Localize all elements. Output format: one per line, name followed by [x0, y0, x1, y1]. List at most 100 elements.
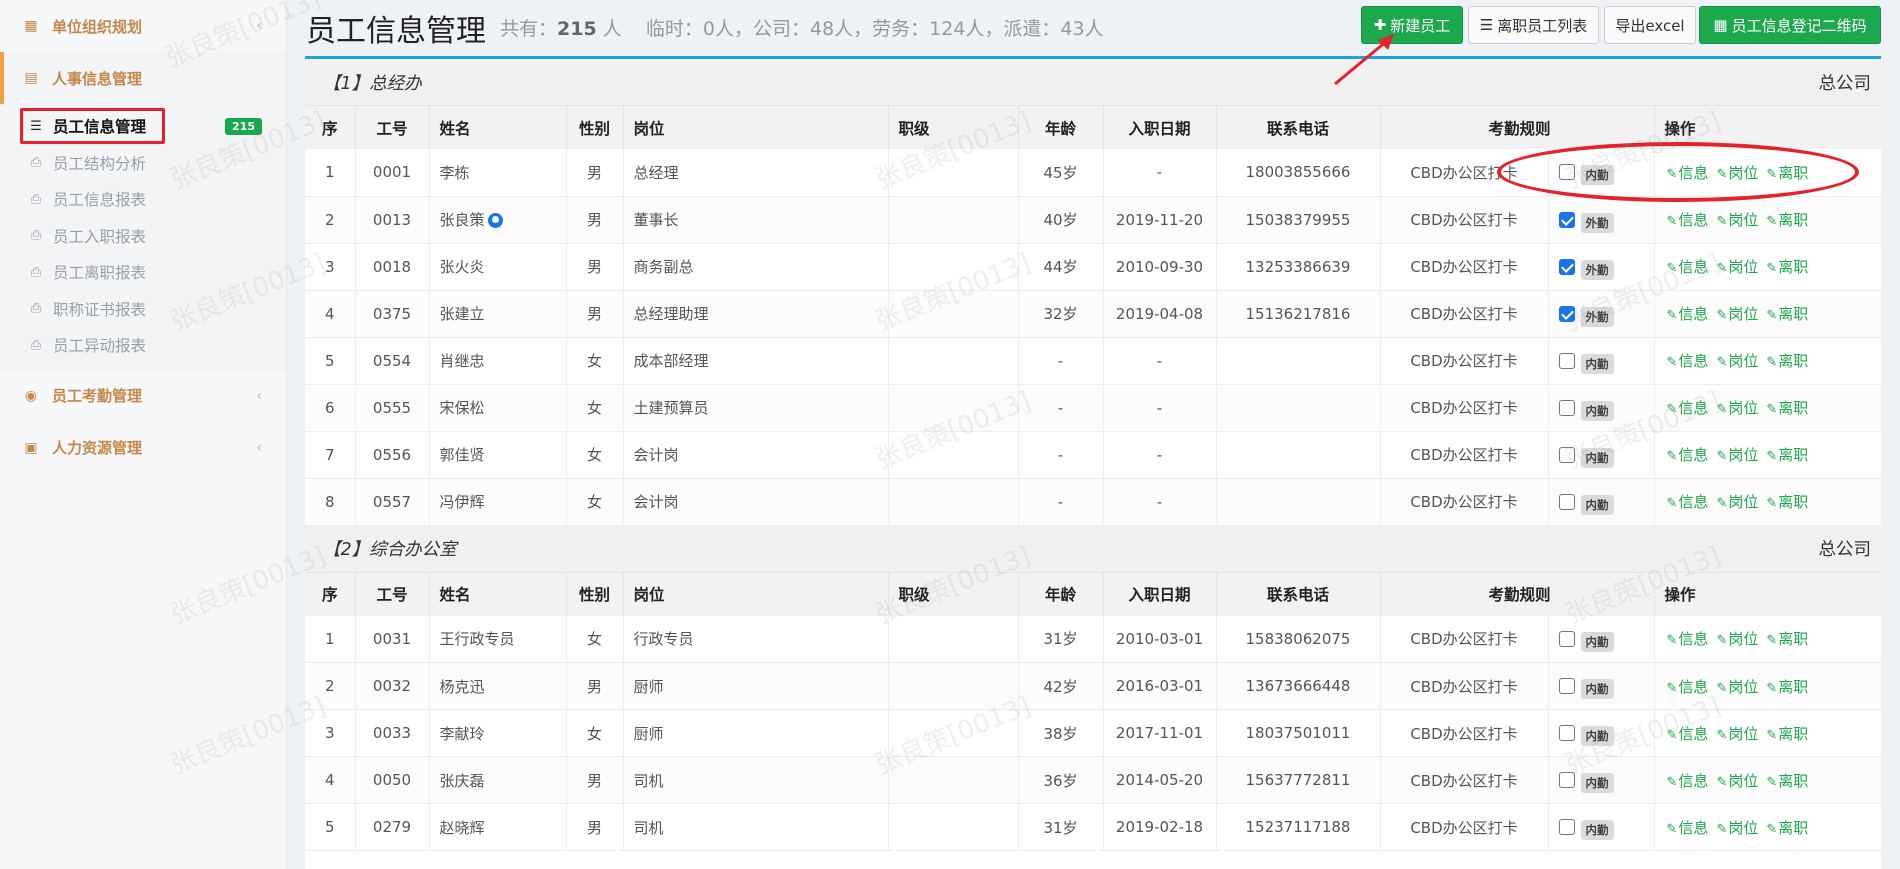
info-link[interactable]: ✎信息: [1667, 399, 1709, 417]
table-row[interactable]: 8 0557 冯伊辉女会计岗 - - CBD办公区打卡 内勤 ✎信息 ✎岗位 ✎离职: [305, 478, 1881, 526]
table-row[interactable]: 2 0032 杨克迅 男厨师 42岁 2016-03-01 13673666448 CBD办公…: [305, 662, 1881, 710]
resign-link[interactable]: ✎离职: [1766, 772, 1808, 790]
field-work-checkbox[interactable]: [1558, 352, 1575, 369]
cell-age: -: [1018, 337, 1104, 385]
resign-link[interactable]: ✎离职: [1766, 678, 1808, 696]
table-row[interactable]: 5 0279 赵晓辉 男司机 31岁 2019-02-18 15237117188 CBD办公…: [305, 803, 1881, 851]
table-row[interactable]: 3 0033 李献玲 女厨师 38岁 2017-11-01 18037501011 CBD办公…: [305, 709, 1881, 757]
post-link[interactable]: ✎岗位: [1716, 678, 1758, 696]
table-row[interactable]: 5 0554 肖继忠女成本部经理 - - CBD办公区打卡 内勤 ✎信息 ✎岗位 ✎离职: [305, 337, 1881, 385]
sidebar-item-resign-report[interactable]: ⎙ 员工离职报表: [0, 254, 286, 291]
post-link[interactable]: ✎岗位: [1716, 630, 1758, 648]
info-link[interactable]: ✎信息: [1667, 211, 1709, 229]
table-row[interactable]: 1 0031 王行政专员 女行政专员 31岁 2010-03-01 15838062075 C…: [305, 615, 1881, 663]
new-employee-button[interactable]: ✚ 新建员工: [1361, 6, 1463, 44]
table-row[interactable]: 1 0001 李栋男总经理 45岁 -18003855666 CBD办公区打卡 内勤 ✎信息 ✎…: [305, 149, 1881, 197]
table-row[interactable]: 7 0556 郭佳贤女会计岗 - - CBD办公区打卡 内勤 ✎信息 ✎岗位 ✎离职: [305, 431, 1881, 479]
resign-link[interactable]: ✎离职: [1766, 305, 1808, 323]
op-label: 岗位: [1728, 630, 1759, 649]
sidebar-item-change-report[interactable]: ⎙ 员工异动报表: [0, 327, 286, 364]
resign-link[interactable]: ✎离职: [1766, 352, 1808, 370]
info-link[interactable]: ✎信息: [1667, 725, 1709, 743]
qr-code-button[interactable]: ▦ 员工信息登记二维码: [1699, 6, 1881, 44]
field-work-checkbox[interactable]: [1558, 258, 1575, 275]
field-work-checkbox[interactable]: [1558, 399, 1575, 416]
cell-join-date: 2017-11-01: [1103, 709, 1217, 757]
info-link[interactable]: ✎信息: [1667, 493, 1709, 511]
info-link[interactable]: ✎信息: [1667, 305, 1709, 323]
op-label: 信息: [1678, 211, 1709, 229]
table-row[interactable]: 6 0555 宋保松女土建预算员 - - CBD办公区打卡 内勤 ✎信息 ✎岗位 ✎离职: [305, 384, 1881, 432]
post-link[interactable]: ✎岗位: [1716, 258, 1758, 276]
op-label: 离职: [1778, 305, 1809, 323]
field-work-checkbox[interactable]: [1558, 819, 1575, 835]
post-link[interactable]: ✎岗位: [1716, 493, 1758, 511]
cell-post: 会计岗: [623, 431, 889, 479]
department-header: 【2】综合办公室 总公司: [305, 525, 1881, 573]
post-link[interactable]: ✎岗位: [1716, 352, 1758, 370]
info-link[interactable]: ✎信息: [1667, 630, 1709, 648]
field-work-checkbox[interactable]: [1558, 630, 1575, 647]
menu-group-org-planning[interactable]: ▦ 单位组织规划 ‹: [0, 0, 286, 52]
table-row[interactable]: 4 0375 张建立 男总经理助理 32岁 2019-04-08 15136217816 CB…: [305, 290, 1881, 338]
field-work-checkbox[interactable]: [1558, 772, 1575, 788]
field-work-checkbox[interactable]: [1558, 446, 1575, 463]
resign-link[interactable]: ✎离职: [1766, 725, 1808, 743]
resign-link[interactable]: ✎离职: [1766, 446, 1808, 464]
resign-link[interactable]: ✎离职: [1766, 493, 1808, 511]
cell-attendance-rule: CBD办公区打卡: [1380, 337, 1549, 385]
post-link[interactable]: ✎岗位: [1716, 772, 1758, 790]
post-link[interactable]: ✎岗位: [1716, 305, 1758, 323]
field-work-checkbox[interactable]: [1558, 211, 1575, 228]
field-work-checkbox[interactable]: [1558, 164, 1575, 181]
post-link[interactable]: ✎岗位: [1716, 819, 1758, 837]
field-work-checkbox[interactable]: [1558, 305, 1575, 322]
menu-group-hr-resources[interactable]: ▣ 人力资源管理 ‹: [0, 422, 286, 474]
post-link[interactable]: ✎岗位: [1716, 725, 1758, 743]
resign-link[interactable]: ✎离职: [1766, 819, 1808, 837]
info-link[interactable]: ✎信息: [1667, 164, 1709, 182]
edit-icon: ✎: [1716, 633, 1728, 649]
sidebar-item-onboard-report[interactable]: ⎙ 员工入职报表: [0, 218, 286, 255]
post-link[interactable]: ✎岗位: [1716, 164, 1758, 182]
table-row[interactable]: 2 0013 张良策 男董事长 40岁 2019-11-20 15038379955 CBD办…: [305, 196, 1881, 244]
info-link[interactable]: ✎信息: [1667, 772, 1709, 790]
field-work-checkbox[interactable]: [1558, 678, 1575, 694]
op-label: 信息: [1678, 258, 1709, 276]
menu-group-hr-info[interactable]: ▤ 人事信息管理: [0, 52, 286, 104]
post-link[interactable]: ✎岗位: [1716, 211, 1758, 229]
resign-link[interactable]: ✎离职: [1766, 258, 1808, 276]
menu-group-attendance[interactable]: ◉ 员工考勤管理 ‹: [0, 370, 286, 422]
table-row[interactable]: 4 0050 张庆磊 男司机 36岁 2014-05-20 15637772811 CBD办公…: [305, 756, 1881, 804]
info-link[interactable]: ✎信息: [1667, 678, 1709, 696]
sidebar-item-info-report[interactable]: ⎙ 员工信息报表: [0, 181, 286, 218]
post-link[interactable]: ✎岗位: [1716, 446, 1758, 464]
info-link[interactable]: ✎信息: [1667, 352, 1709, 370]
cell-phone: 15038379955: [1216, 196, 1381, 244]
resign-link[interactable]: ✎离职: [1766, 630, 1808, 648]
export-excel-button[interactable]: 导出excel: [1604, 6, 1696, 44]
sidebar-item-title-cert-report[interactable]: ⎙ 职称证书报表: [0, 291, 286, 328]
post-link[interactable]: ✎岗位: [1716, 399, 1758, 417]
table-row[interactable]: 3 0018 张火炎 男商务副总 44岁 2010-09-30 13253386639 CBD…: [305, 243, 1881, 291]
sidebar-item-employee-info[interactable]: ☰ 员工信息管理 215: [0, 108, 286, 145]
resign-link[interactable]: ✎离职: [1766, 164, 1808, 182]
field-work-checkbox[interactable]: [1558, 725, 1575, 741]
cell-age: 40岁: [1018, 196, 1104, 244]
info-link[interactable]: ✎信息: [1667, 446, 1709, 464]
info-link[interactable]: ✎信息: [1667, 258, 1709, 276]
cell-attendance-type: 内勤: [1548, 431, 1655, 479]
op-label: 信息: [1678, 163, 1709, 182]
column-header: 序: [305, 572, 356, 616]
edit-icon: ✎: [1666, 214, 1678, 229]
resign-link[interactable]: ✎离职: [1766, 399, 1808, 417]
resigned-list-button[interactable]: ☰ 离职员工列表: [1468, 6, 1599, 44]
resign-link[interactable]: ✎离职: [1766, 211, 1808, 229]
attendance-type-tag: 内勤: [1580, 773, 1614, 793]
employee-name: 李献玲: [439, 724, 485, 743]
column-header: 岗位: [623, 106, 889, 149]
field-work-checkbox[interactable]: [1558, 493, 1575, 510]
button-label: 新建员工: [1390, 16, 1451, 35]
info-link[interactable]: ✎信息: [1667, 819, 1709, 837]
sidebar-item-structure-analysis[interactable]: ⎙ 员工结构分析: [0, 145, 286, 182]
